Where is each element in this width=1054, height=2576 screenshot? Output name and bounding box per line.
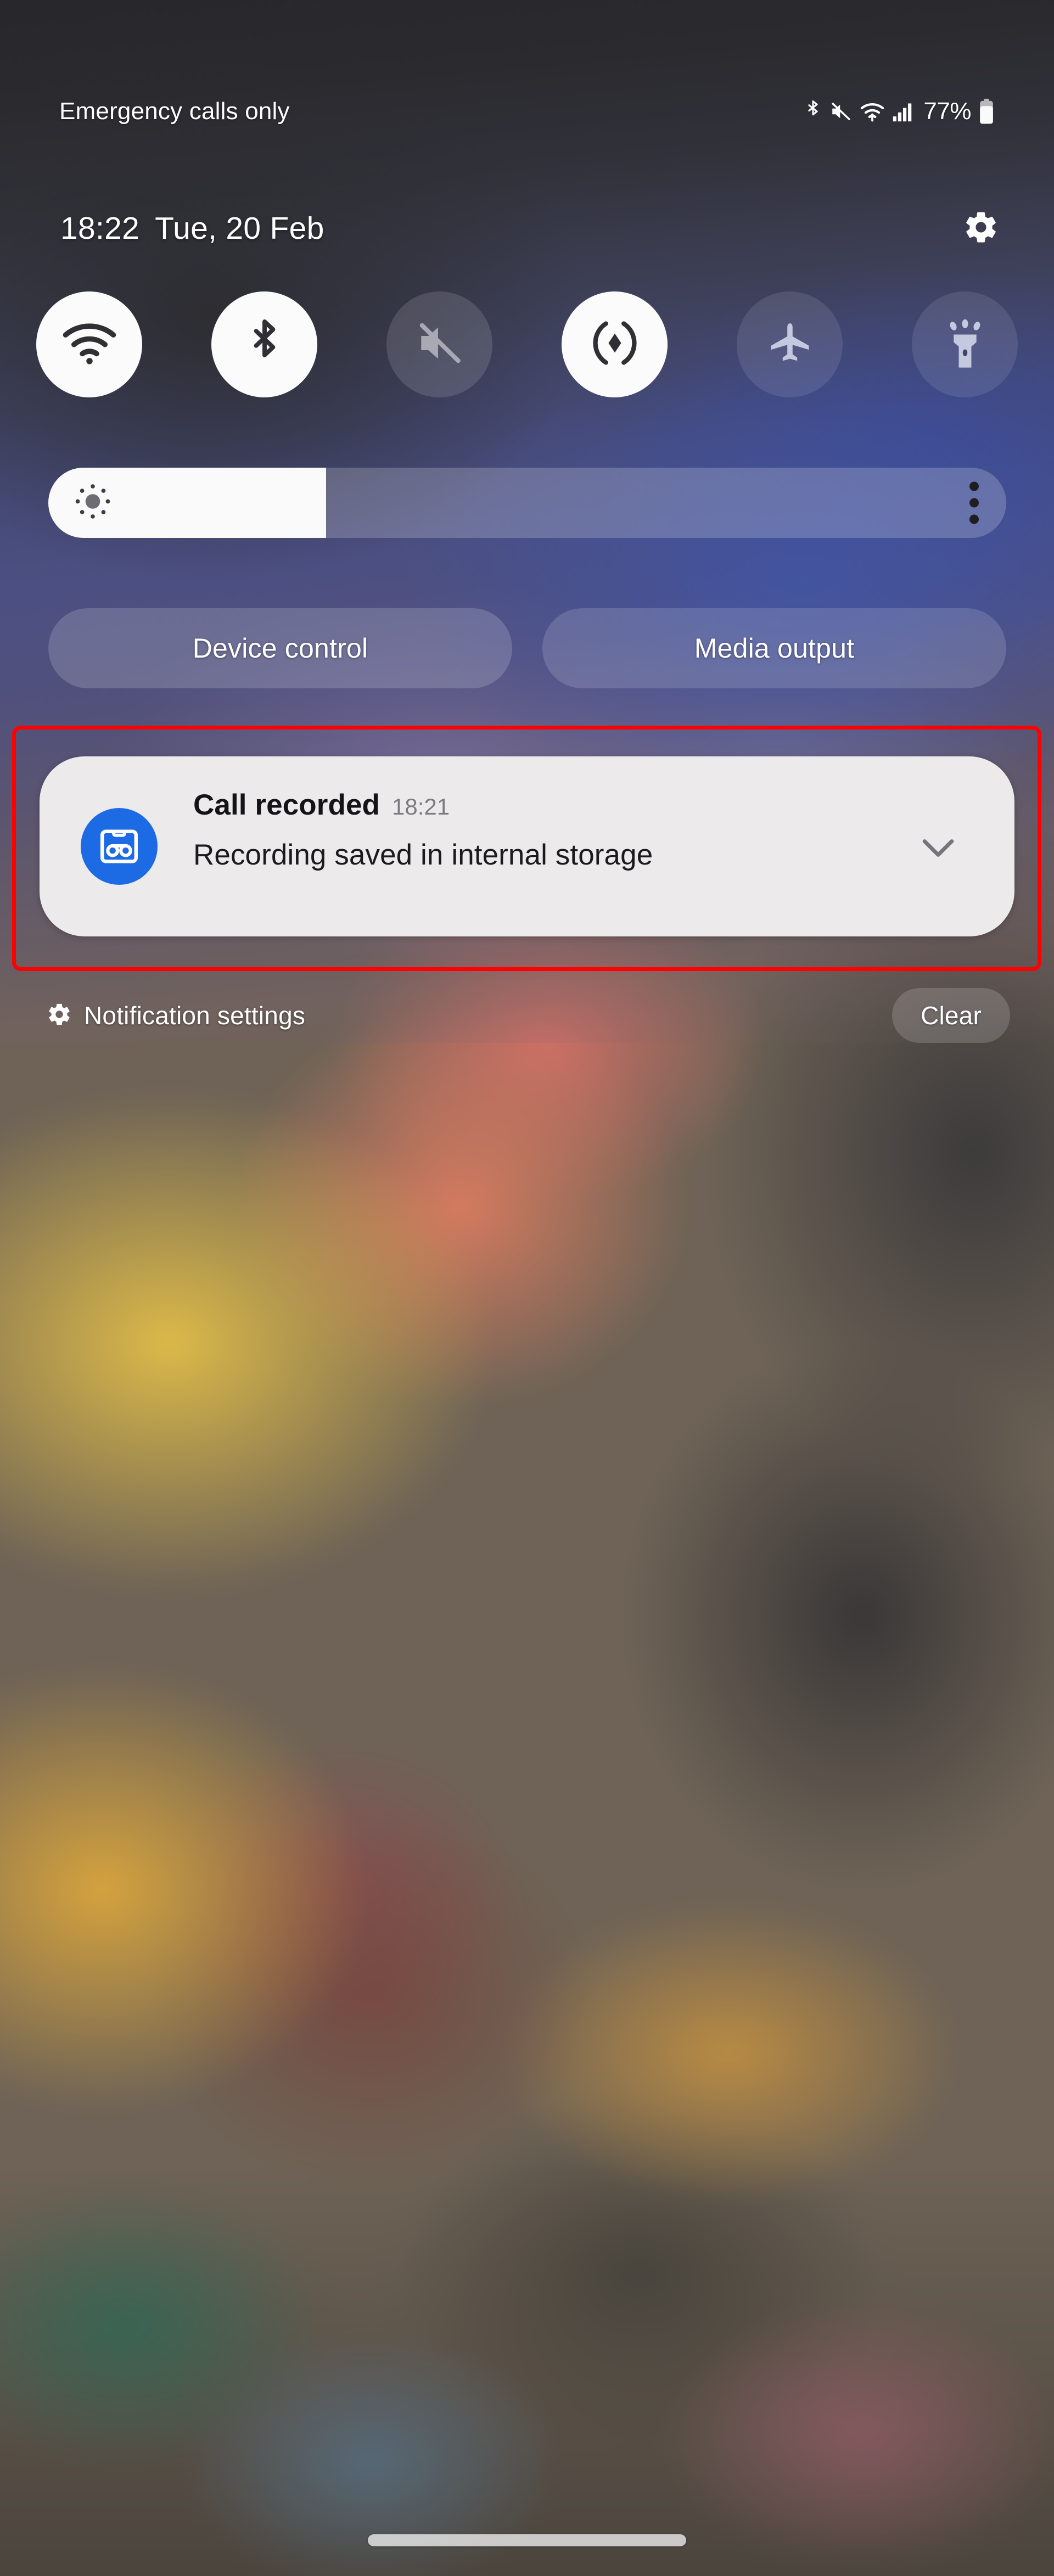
brightness-icon: [72, 481, 113, 525]
status-icon-tray: 77%: [804, 98, 995, 125]
navigation-bar: [0, 2505, 1054, 2576]
battery-percent-label: 77%: [923, 98, 971, 125]
qs-tile-airplane[interactable]: [737, 291, 843, 397]
wifi-icon: [62, 320, 117, 369]
gear-icon[interactable]: [963, 209, 999, 248]
battery-icon: [978, 98, 995, 125]
qs-tile-flashlight[interactable]: [912, 291, 1018, 397]
device-control-button[interactable]: Device control: [48, 608, 512, 688]
qs-tile-wifi[interactable]: [36, 291, 142, 397]
carrier-label: Emergency calls only: [59, 98, 290, 125]
qs-tile-sound-mute[interactable]: [386, 291, 492, 397]
notification-card-call-recorded[interactable]: Call recorded 18:21 Recording saved in i…: [40, 756, 1014, 936]
notification-timestamp: 18:21: [392, 794, 450, 820]
auto-rotate-icon: [589, 317, 641, 372]
clear-notifications-button[interactable]: Clear: [892, 988, 1010, 1043]
clock-header-row: 18:22 Tue, 20 Feb: [0, 202, 1054, 255]
home-gesture-pill[interactable]: [368, 2534, 686, 2546]
gear-icon: [47, 1002, 72, 1030]
notification-title: Call recorded: [193, 789, 380, 821]
bluetooth-icon: [245, 317, 284, 372]
clock-group[interactable]: 18:22 Tue, 20 Feb: [60, 210, 324, 246]
phone-screen: Emergency calls only 77% 18:22 Tue, 20 F…: [0, 0, 1054, 2576]
notification-settings-label: Notification settings: [84, 1001, 306, 1030]
notification-title-row: Call recorded 18:21: [193, 788, 888, 822]
clock-time: 18:22: [60, 211, 140, 246]
call-recorder-icon: [81, 808, 158, 885]
quick-action-pill-row: Device control Media output: [48, 608, 1006, 688]
notification-footer-row: Notification settings Clear: [0, 988, 1054, 1043]
flashlight-icon: [941, 317, 989, 372]
wifi-icon: [860, 100, 885, 122]
notification-text: Recording saved in internal storage: [193, 839, 653, 871]
notification-settings-button[interactable]: Notification settings: [47, 1001, 305, 1030]
more-vertical-icon[interactable]: [969, 481, 979, 524]
qs-tile-bluetooth[interactable]: [211, 291, 317, 397]
status-bar: Emergency calls only 77%: [0, 91, 1054, 132]
signal-bars-icon: [892, 100, 914, 122]
media-output-button[interactable]: Media output: [542, 608, 1006, 688]
notification-body: Call recorded 18:21 Recording saved in i…: [193, 788, 888, 872]
mute-icon: [829, 100, 853, 123]
brightness-slider[interactable]: [48, 468, 1006, 538]
qs-tile-auto-rotate[interactable]: [562, 291, 668, 397]
airplane-icon: [766, 319, 814, 370]
bluetooth-icon: [804, 99, 822, 124]
mute-icon: [414, 318, 465, 371]
chevron-down-icon[interactable]: [921, 838, 955, 861]
clock-date: Tue, 20 Feb: [155, 211, 324, 246]
quick-settings-tiles: [0, 289, 1054, 399]
